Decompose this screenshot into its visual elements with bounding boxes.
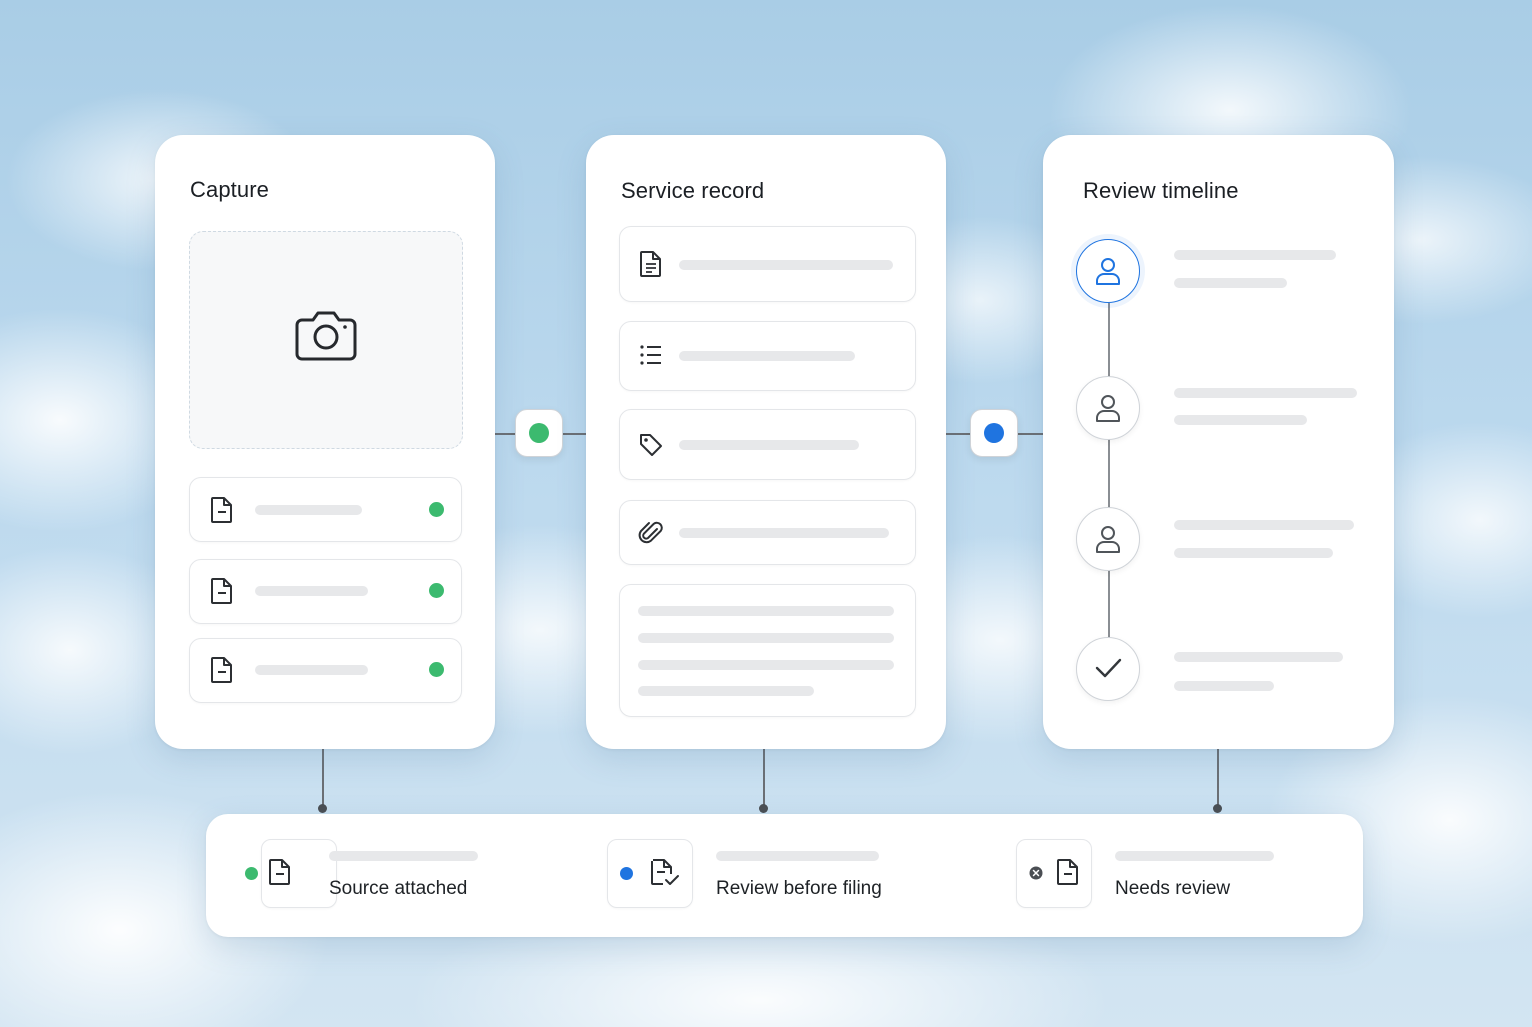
timeline-step-complete[interactable] xyxy=(1076,637,1140,701)
service-field-row[interactable] xyxy=(619,409,916,480)
placeholder-text-line xyxy=(1174,278,1287,288)
connector-node-blue[interactable] xyxy=(970,409,1018,457)
timeline-step[interactable] xyxy=(1076,376,1140,440)
placeholder-text-line xyxy=(1174,250,1336,260)
service-record-card: Service record xyxy=(586,135,946,749)
placeholder-text-line xyxy=(638,660,894,670)
placeholder-text-line xyxy=(679,351,855,361)
placeholder-text-line xyxy=(638,686,814,696)
connector-line-capture-legend xyxy=(322,749,324,809)
placeholder-text-line xyxy=(679,260,893,270)
document-icon xyxy=(211,657,232,683)
timeline-step[interactable] xyxy=(1076,507,1140,571)
placeholder-text-line xyxy=(1174,652,1343,662)
placeholder-text-line xyxy=(255,505,362,515)
service-field-row[interactable] xyxy=(619,226,916,302)
document-check-icon xyxy=(651,859,679,885)
camera-icon xyxy=(295,311,357,361)
document-icon xyxy=(211,497,232,523)
capture-file-row[interactable] xyxy=(189,477,462,542)
status-dot-green xyxy=(429,583,444,598)
placeholder-text-line xyxy=(716,851,879,861)
legend-label-needs-review: Needs review xyxy=(1115,878,1231,899)
service-field-row[interactable] xyxy=(619,500,916,565)
legend-label-source-attached: Source attached xyxy=(329,878,468,899)
placeholder-text-line xyxy=(1115,851,1274,861)
document-icon xyxy=(640,251,661,277)
placeholder-text-line xyxy=(1174,520,1354,530)
placeholder-text-line xyxy=(1174,388,1357,398)
user-icon xyxy=(1096,526,1120,553)
legend-icon-tile xyxy=(607,839,693,908)
placeholder-text-line xyxy=(638,606,894,616)
document-icon xyxy=(1057,859,1078,885)
status-dot-green xyxy=(529,423,549,443)
placeholder-text-line xyxy=(329,851,478,861)
placeholder-text-line xyxy=(1174,415,1307,425)
service-record-card-title: Service record xyxy=(621,178,765,203)
list-icon xyxy=(640,345,661,365)
user-icon xyxy=(1096,395,1120,422)
timeline-line xyxy=(1108,303,1110,669)
document-icon xyxy=(269,859,290,885)
status-dot-green xyxy=(429,662,444,677)
status-dot-green xyxy=(245,867,258,880)
tag-icon xyxy=(640,434,662,456)
connector-node-green[interactable] xyxy=(515,409,563,457)
placeholder-text-line xyxy=(679,440,859,450)
connector-end-dot xyxy=(318,804,327,813)
x-circle-icon xyxy=(1029,866,1043,880)
placeholder-text-line xyxy=(255,586,368,596)
document-icon xyxy=(211,578,232,604)
placeholder-text-line xyxy=(679,528,889,538)
capture-file-row[interactable] xyxy=(189,638,462,703)
review-timeline-card-title: Review timeline xyxy=(1083,178,1239,203)
legend-label-review-before-filing: Review before filing xyxy=(716,878,882,899)
placeholder-text-line xyxy=(1174,548,1333,558)
status-dot-green xyxy=(429,502,444,517)
connector-line-service-legend xyxy=(763,749,765,809)
timeline-step-active[interactable] xyxy=(1076,239,1140,303)
service-field-row[interactable] xyxy=(619,321,916,391)
connector-end-dot xyxy=(759,804,768,813)
paperclip-icon xyxy=(638,521,663,544)
legend-icon-tile xyxy=(261,839,337,908)
connector-end-dot xyxy=(1213,804,1222,813)
placeholder-text-line xyxy=(638,633,894,643)
service-notes-block[interactable] xyxy=(619,584,916,717)
photo-drop-zone[interactable] xyxy=(189,231,463,449)
placeholder-text-line xyxy=(1174,681,1274,691)
placeholder-text-line xyxy=(255,665,368,675)
status-legend-bar: Source attached Review before filing Nee… xyxy=(206,814,1363,937)
status-dot-blue xyxy=(984,423,1004,443)
user-icon xyxy=(1096,258,1120,285)
capture-card-title: Capture xyxy=(190,177,269,202)
checkmark-icon xyxy=(1095,658,1122,678)
legend-icon-tile xyxy=(1016,839,1092,908)
review-timeline-card: Review timeline xyxy=(1043,135,1394,749)
capture-card: Capture xyxy=(155,135,495,749)
connector-line-review-legend xyxy=(1217,749,1219,809)
capture-file-row[interactable] xyxy=(189,559,462,624)
